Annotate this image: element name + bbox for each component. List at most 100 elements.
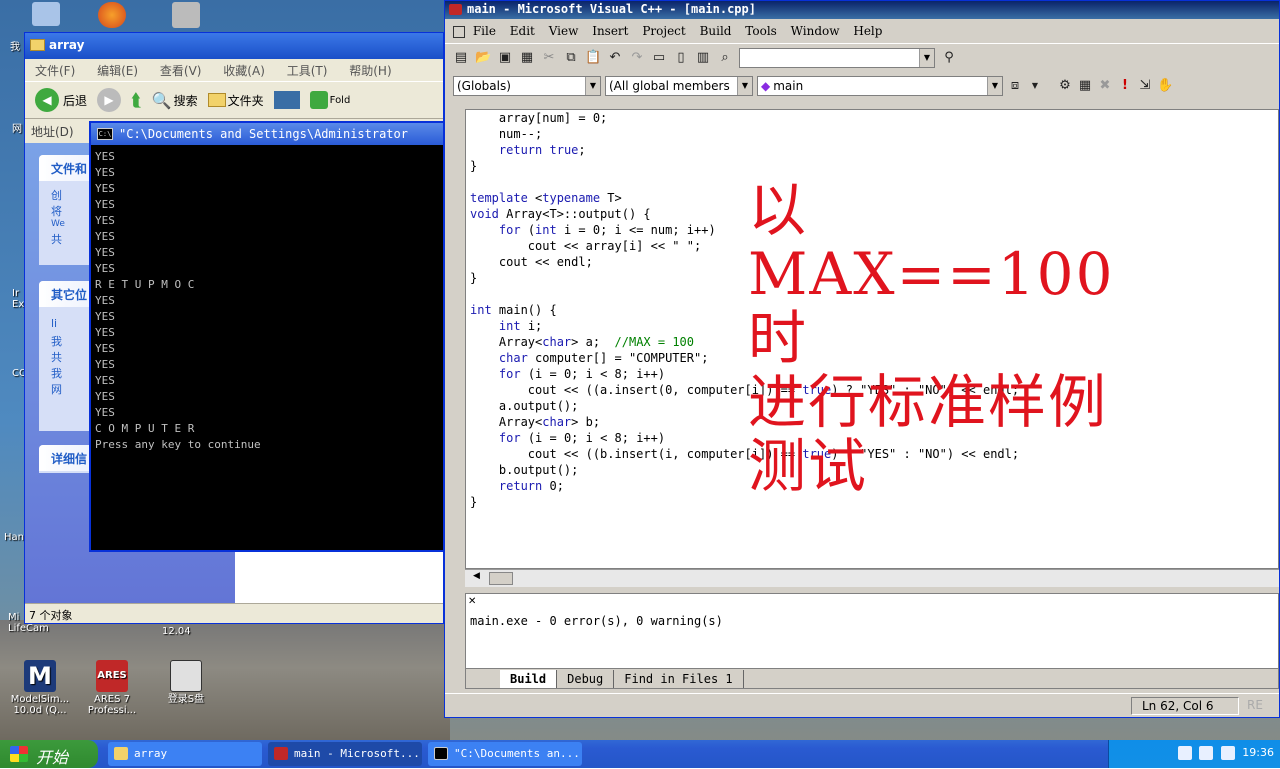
window-shortcut-icon <box>170 660 202 692</box>
breakpoint-hand-icon[interactable]: ✋ <box>1157 78 1173 94</box>
vc-titlebar[interactable]: main - Microsoft Visual C++ - [main.cpp] <box>445 1 1279 19</box>
console-line: YES <box>95 310 115 323</box>
editor-horizontal-scrollbar[interactable]: ◀ <box>465 569 1279 587</box>
clock[interactable]: 19:36 <box>1242 746 1274 759</box>
tab-find-in-files[interactable]: Find in Files 1 <box>614 669 744 688</box>
task-console[interactable]: "C:\Documents an... <box>428 742 582 766</box>
execute-icon[interactable]: ! <box>1117 78 1133 94</box>
console-line: YES <box>95 294 115 307</box>
menu-build[interactable]: Build <box>700 24 732 38</box>
folders-button[interactable]: 文件夹 <box>207 92 264 109</box>
menu-project[interactable]: Project <box>642 24 685 38</box>
open-folder-icon[interactable]: 📂 <box>475 50 491 66</box>
stop-build-icon[interactable]: ✖ <box>1097 78 1113 94</box>
menu-view[interactable]: 查看(V) <box>160 64 202 78</box>
search-button[interactable]: 🔍 搜索 <box>152 91 198 110</box>
new-file-icon[interactable]: ▤ <box>453 50 469 66</box>
desktop-icon-ares[interactable]: ARES ARES 7 Professi... <box>72 660 152 716</box>
find-in-files-icon[interactable]: ⌕ <box>717 50 733 66</box>
volume-icon[interactable] <box>1199 746 1214 760</box>
scroll-thumb[interactable] <box>489 572 513 585</box>
go-icon[interactable]: ⇲ <box>1137 78 1153 94</box>
save-all-icon[interactable]: ▦ <box>519 50 535 66</box>
cut-icon[interactable]: ✂ <box>541 50 557 66</box>
menu-favorites[interactable]: 收藏(A) <box>223 64 265 78</box>
tab-build[interactable]: Build <box>500 669 558 688</box>
object-count: 7 个对象 <box>29 609 73 622</box>
system-tray: 19:36 <box>1108 740 1280 768</box>
save-icon[interactable]: ▣ <box>497 50 513 66</box>
desktop-icon-modelsim[interactable]: M ModelSim... 10.0d (Q... <box>0 660 80 716</box>
build-icon[interactable]: ▦ <box>1077 78 1093 94</box>
console-line: YES <box>95 358 115 371</box>
menu-insert[interactable]: Insert <box>592 24 628 38</box>
annotation-line: 以MAX==100时 <box>748 176 1115 372</box>
console-line: YES <box>95 262 115 275</box>
back-button[interactable]: ◀ 后退 <box>35 88 87 112</box>
up-folder-icon[interactable]: ⮬ <box>131 90 142 111</box>
explorer-titlebar[interactable]: array <box>25 33 443 59</box>
task-vc[interactable]: main - Microsoft... <box>268 742 422 766</box>
folder-icon <box>30 39 45 51</box>
desktop-icon-label: ModelSim... 10.0d (Q... <box>10 694 70 716</box>
annotation-line: 测试 <box>748 432 869 500</box>
start-label: 开始 <box>36 748 69 767</box>
console-line: YES <box>95 150 115 163</box>
folders-label: 文件夹 <box>227 93 264 108</box>
class-combo[interactable]: (Globals) ▼ <box>453 76 601 96</box>
find-binoculars-icon[interactable]: ⚲ <box>941 50 957 66</box>
window-list-icon[interactable]: ▥ <box>695 50 711 66</box>
output-tabs: Build Debug Find in Files 1 <box>466 668 1278 688</box>
start-button[interactable]: 开始 <box>0 740 98 768</box>
views-icon[interactable] <box>273 91 300 109</box>
menu-view[interactable]: View <box>549 24 579 38</box>
members-combo[interactable]: (All global members ▼ <box>605 76 753 96</box>
console-output[interactable]: YES YES YES YES YES YES YES YES R E T U P M O C Y… <box>91 145 443 457</box>
desktop-icon-s-drive[interactable]: 登录S盘 <box>146 660 226 705</box>
dropdown-arrow-icon[interactable]: ▼ <box>1027 78 1043 94</box>
menu-help[interactable]: 帮助(H) <box>349 64 391 78</box>
redo-icon[interactable]: ↷ <box>629 50 645 66</box>
forward-button[interactable]: ▶ <box>97 88 122 112</box>
console-line: YES <box>95 246 115 259</box>
code-line: } <box>470 159 478 173</box>
menu-window[interactable]: Window <box>791 24 840 38</box>
console-line: C O M P U T E R <box>95 422 195 435</box>
wizard-action-icon[interactable]: ⧈ <box>1007 78 1023 94</box>
paste-icon[interactable]: 📋 <box>585 50 601 66</box>
task-array[interactable]: array <box>108 742 262 766</box>
address-label: 地址(D) <box>31 125 74 139</box>
undo-icon[interactable]: ↶ <box>607 50 623 66</box>
cube-app-icon[interactable] <box>146 2 226 30</box>
explorer-title: array <box>49 38 85 52</box>
output-close-icon[interactable]: ✕ <box>468 596 476 607</box>
copy-icon[interactable]: ⧉ <box>563 50 579 66</box>
console-titlebar[interactable]: C:\ "C:\Documents and Settings\Administr… <box>91 123 443 145</box>
code-line: num--; <box>470 127 543 141</box>
firefox-icon[interactable] <box>72 2 152 30</box>
function-combo[interactable]: ◆ main ▼ <box>757 76 1003 96</box>
task-label: main - Microsoft... <box>294 747 420 760</box>
chevron-down-icon: ▼ <box>737 77 752 95</box>
chevron-down-icon: ▼ <box>987 77 1002 95</box>
output-window-icon[interactable]: ▯ <box>673 50 689 66</box>
menu-help[interactable]: Help <box>853 24 882 38</box>
menu-edit[interactable]: Edit <box>510 24 535 38</box>
menu-file[interactable]: File <box>473 24 496 38</box>
menu-edit[interactable]: 编辑(E) <box>97 64 138 78</box>
vc-app-icon <box>449 4 462 15</box>
menu-tools[interactable]: 工具(T) <box>287 64 328 78</box>
folders-icon <box>207 93 226 107</box>
scroll-left-icon[interactable]: ◀ <box>473 571 480 581</box>
menu-tools[interactable]: Tools <box>745 24 777 38</box>
compile-icon[interactable]: ⚙ <box>1057 78 1073 94</box>
tab-debug[interactable]: Debug <box>557 669 615 688</box>
find-combo[interactable]: ▼ <box>739 47 935 68</box>
network-icon[interactable] <box>1177 746 1192 760</box>
sync-button[interactable]: Fold <box>309 91 350 109</box>
vc-title: main - Microsoft Visual C++ - [main.cpp] <box>467 2 756 16</box>
menu-file[interactable]: 文件(F) <box>35 64 75 78</box>
security-icon[interactable] <box>1220 746 1235 760</box>
console-line: R E T U P M O C <box>95 278 195 291</box>
workspace-icon[interactable]: ▭ <box>651 50 667 66</box>
